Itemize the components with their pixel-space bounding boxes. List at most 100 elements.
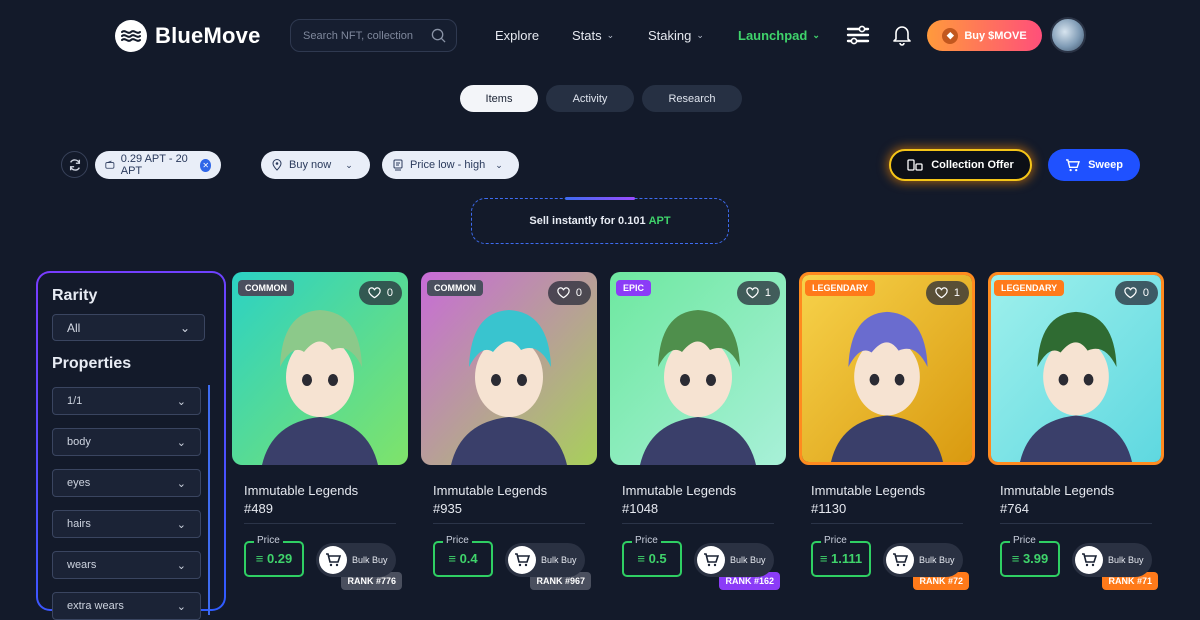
property-filter-1-1[interactable]: 1/1 ⌄ <box>52 387 201 415</box>
property-filter-extra-wears[interactable]: extra wears ⌄ <box>52 592 201 620</box>
wallet-icon <box>105 160 115 169</box>
nav-launchpad-label: Launchpad <box>738 28 808 43</box>
property-filter-hairs[interactable]: hairs ⌄ <box>52 510 201 538</box>
token-number: #764 <box>1000 501 1029 516</box>
cart-icon <box>1066 158 1081 171</box>
price-value: ≡ 3.99 <box>1002 551 1058 566</box>
nav-launchpad[interactable]: Launchpad ⌄ <box>738 28 820 43</box>
like-button[interactable]: 1 <box>736 281 780 305</box>
bulk-buy-button[interactable]: Bulk Buy <box>505 543 585 577</box>
price-box: Price ≡ 0.29 <box>244 535 304 577</box>
properties-list: 1/1 ⌄ body ⌄ eyes ⌄ hairs ⌄ wears ⌄ extra wea… <box>52 387 210 620</box>
collection-offer-label: Collection Offer <box>931 159 1014 171</box>
cart-icon <box>1075 546 1103 574</box>
nav-stats[interactable]: Stats ⌄ <box>572 28 614 43</box>
top-bar: BlueMove Explore Stats ⌄ Staking ⌄ Launchp… <box>0 0 1200 72</box>
search-input[interactable] <box>303 29 431 42</box>
nft-name[interactable]: Immutable Legends #1130 <box>811 482 971 518</box>
divider <box>622 523 774 524</box>
property-filter-body[interactable]: body ⌄ <box>52 428 201 456</box>
divider <box>1000 523 1152 524</box>
rarity-select[interactable]: All ⌄ <box>52 314 205 341</box>
price-label: Price <box>821 535 850 546</box>
nft-name[interactable]: Immutable Legends #489 <box>244 482 404 518</box>
sweep-button[interactable]: Sweep <box>1048 149 1140 181</box>
search-bar[interactable] <box>290 19 457 52</box>
brand-logo[interactable]: BlueMove <box>115 20 261 52</box>
like-button[interactable]: 0 <box>1114 281 1158 305</box>
properties-heading: Properties <box>52 355 132 372</box>
buy-move-button[interactable]: ◆ Buy $MOVE <box>927 20 1042 51</box>
sort-dropdown[interactable]: Price low - high ⌄ <box>382 151 519 179</box>
chevron-down-icon: ⌄ <box>176 600 186 613</box>
notification-bell-icon[interactable] <box>892 24 912 46</box>
menu-icon[interactable] <box>845 22 871 48</box>
collection-offer-button[interactable]: Collection Offer <box>889 149 1032 181</box>
rarity-badge: LEGENDARY <box>994 280 1065 296</box>
like-button[interactable]: 0 <box>547 281 591 305</box>
chevron-down-icon: ⌄ <box>495 159 503 170</box>
price-label: Price <box>254 535 283 546</box>
like-count: 0 <box>1142 287 1149 299</box>
sell-instantly-currency: APT <box>648 215 671 227</box>
buy-mode-dropdown[interactable]: Buy now ⌄ <box>261 151 370 179</box>
divider <box>244 523 396 524</box>
tab-research[interactable]: Research <box>642 85 742 112</box>
token-number: #489 <box>244 501 273 516</box>
nav-staking[interactable]: Staking ⌄ <box>648 28 704 43</box>
divider <box>811 523 963 524</box>
price-box: Price ≡ 0.4 <box>433 535 493 577</box>
token-number: #1048 <box>622 501 659 516</box>
clear-filter-icon[interactable]: ✕ <box>200 158 211 172</box>
rarity-badge: COMMON <box>427 280 483 296</box>
nft-name[interactable]: Immutable Legends #1048 <box>622 482 782 518</box>
chevron-down-icon: ⌄ <box>606 30 615 40</box>
price-amount: 0.29 <box>266 551 293 566</box>
sidebar-scrollbar[interactable] <box>208 385 210 615</box>
nft-card[interactable]: COMMON 0 RANK #776 Immutable Legends #48… <box>232 272 408 602</box>
user-avatar[interactable] <box>1050 17 1086 53</box>
rarity-badge: COMMON <box>238 280 294 296</box>
sell-instantly-text: Sell instantly for 0.101 <box>529 215 646 227</box>
property-label: eyes <box>67 477 91 489</box>
nft-name[interactable]: Immutable Legends #935 <box>433 482 593 518</box>
collection-name: Immutable Legends <box>433 483 548 498</box>
price-label: Price <box>1010 535 1039 546</box>
bulk-buy-button[interactable]: Bulk Buy <box>694 543 774 577</box>
aptos-icon: ≡ <box>448 551 456 566</box>
like-count: 1 <box>764 287 771 299</box>
aptos-icon: ≡ <box>255 551 264 566</box>
search-icon[interactable] <box>431 28 446 43</box>
nft-name[interactable]: Immutable Legends #764 <box>1000 482 1160 518</box>
nav-explore[interactable]: Explore <box>495 28 539 43</box>
nft-card[interactable]: COMMON 0 RANK #967 Immutable Legends #93… <box>421 272 597 602</box>
nft-card[interactable]: LEGENDARY 0 RANK #71 Immutable Legends #… <box>988 272 1164 602</box>
like-count: 1 <box>953 287 960 299</box>
like-button[interactable]: 0 <box>358 281 402 305</box>
chevron-down-icon: ⌄ <box>176 477 186 490</box>
nft-card[interactable]: LEGENDARY 1 RANK #72 Immutable Legends #… <box>799 272 975 602</box>
bulk-buy-label: Bulk Buy <box>352 555 388 565</box>
heart-icon <box>1124 287 1137 299</box>
tab-items[interactable]: Items <box>460 85 538 112</box>
bulk-buy-button[interactable]: Bulk Buy <box>883 543 963 577</box>
price-box: Price ≡ 3.99 <box>1000 535 1060 577</box>
tab-activity[interactable]: Activity <box>546 85 634 112</box>
price-amount: 0.5 <box>648 551 667 566</box>
sort-icon <box>393 159 403 171</box>
bulk-buy-button[interactable]: Bulk Buy <box>316 543 396 577</box>
refresh-button[interactable] <box>61 151 88 178</box>
price-box: Price ≡ 1.111 <box>811 535 871 577</box>
nft-card[interactable]: EPIC 1 RANK #162 Immutable Legends #1048… <box>610 272 786 602</box>
like-button[interactable]: 1 <box>925 281 969 305</box>
filter-sidebar: Rarity All ⌄ Properties 1/1 ⌄ body ⌄ eyes ⌄… <box>36 271 226 620</box>
price-value: ≡ 0.4 <box>435 551 491 566</box>
refresh-icon <box>69 158 80 171</box>
property-filter-eyes[interactable]: eyes ⌄ <box>52 469 201 497</box>
price-range-label: 0.29 APT - 20 APT <box>120 153 188 177</box>
sell-instantly-button[interactable]: Sell instantly for 0.101 APT <box>471 198 729 244</box>
chevron-down-icon: ⌄ <box>176 436 186 449</box>
price-range-filter[interactable]: 0.29 APT - 20 APT ✕ <box>95 151 221 179</box>
property-filter-wears[interactable]: wears ⌄ <box>52 551 201 579</box>
bulk-buy-button[interactable]: Bulk Buy <box>1072 543 1152 577</box>
